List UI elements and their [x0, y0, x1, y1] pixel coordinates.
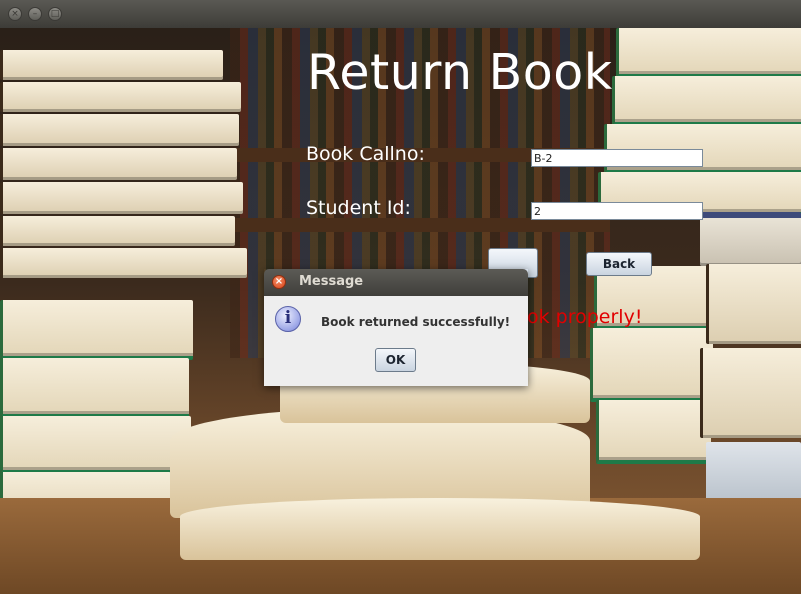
info-icon: i	[275, 306, 301, 332]
book-callno-label: Book Callno:	[306, 143, 425, 165]
student-id-label: Student Id:	[306, 197, 411, 219]
error-message: ok properly!	[527, 306, 643, 328]
book-callno-input[interactable]: B-2	[531, 149, 703, 167]
ok-button[interactable]: OK	[375, 348, 416, 372]
dialog-title: Message	[299, 274, 364, 289]
close-icon[interactable]: ×	[8, 7, 22, 21]
close-icon[interactable]: ×	[272, 275, 286, 289]
app-window: × – □ Return Book Book Callno: B-2 Stude…	[0, 0, 801, 594]
dialog-body: i Book returned successfully! OK	[264, 296, 528, 386]
page-title: Return Book	[307, 44, 613, 101]
back-button[interactable]: Back	[586, 252, 652, 276]
dialog-message: Book returned successfully!	[321, 315, 511, 329]
maximize-icon[interactable]: □	[48, 7, 62, 21]
minimize-icon[interactable]: –	[28, 7, 42, 21]
student-id-input[interactable]: 2	[531, 202, 703, 220]
shelf-board	[230, 218, 610, 232]
message-dialog: × Message i Book returned successfully! …	[264, 269, 528, 386]
dialog-titlebar: × Message	[264, 269, 528, 296]
window-titlebar: × – □	[0, 0, 801, 29]
